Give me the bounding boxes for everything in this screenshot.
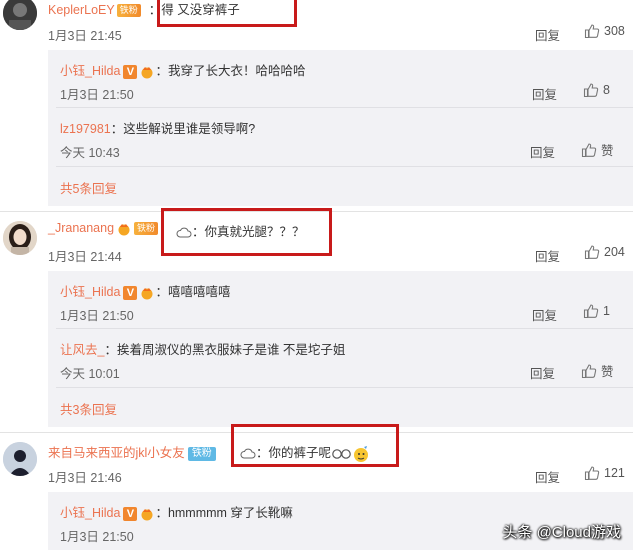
reply-button[interactable]: 回复	[532, 84, 557, 103]
reply-header: 让风去_：挨着周淑仪的黑衣服妹子是谁 不是坨子姐	[60, 339, 345, 358]
reply-date: 1月3日 21:50	[60, 88, 134, 102]
like-button[interactable]: 204	[584, 244, 625, 260]
reply-text: ：我穿了长大衣！哈哈哈哈	[155, 64, 306, 78]
member-crown-icon	[141, 287, 153, 300]
cloud-emoji-icon	[176, 227, 192, 238]
avatar-jrananang[interactable]	[3, 221, 37, 255]
reply-header: 小钰_Hilda V ：hmmmmm 穿了长靴嘛	[60, 502, 293, 521]
verified-v-icon: V	[123, 64, 138, 79]
reply-text: ：挨着周淑仪的黑衣服妹子是谁 不是坨子姐	[104, 343, 346, 357]
divider	[56, 166, 633, 167]
thumbs-up-icon	[584, 466, 600, 481]
thumbs-up-icon	[584, 24, 600, 39]
comment-text: ：你的裤子呢	[256, 446, 332, 460]
divider	[56, 328, 633, 329]
reply-text: ：嘻嘻嘻嘻嘻	[155, 285, 231, 299]
thinking-emoji-icon	[354, 445, 369, 462]
comment-date: 1月3日 21:46	[48, 471, 122, 485]
reply-username[interactable]: 让风去_	[60, 343, 104, 357]
iron-fan-badge: 铁粉	[187, 446, 216, 461]
verified-v-icon: V	[123, 506, 138, 521]
member-crown-icon	[141, 508, 153, 521]
like-count: 204	[604, 245, 625, 259]
reply-date: 1月3日 21:50	[60, 530, 134, 544]
member-crown-icon	[141, 66, 153, 79]
like-count: 121	[604, 466, 625, 480]
comment-text-row: ：你真就光腿？？？	[176, 221, 305, 240]
reply-username[interactable]: 小钰_Hilda	[60, 285, 120, 299]
reply-button[interactable]: 回复	[530, 363, 555, 382]
comment-username[interactable]: 来自马来西亚的jkl小女友	[48, 446, 185, 460]
reply-text: ：hmmmmm 穿了长靴嘛	[155, 506, 293, 520]
comment-text: ：你真就光腿？？？	[192, 225, 305, 239]
watermark-text: 头条 @Cloud游戏	[502, 524, 621, 541]
thumbs-up-icon	[581, 142, 597, 157]
reply-date: 今天 10:43	[60, 146, 120, 160]
thumbs-up-icon	[583, 304, 599, 319]
reply-button[interactable]: 回复	[530, 142, 555, 161]
like-count: 赞	[601, 144, 614, 158]
comment-date: 1月3日 21:44	[48, 250, 122, 264]
like-button[interactable]: 1	[583, 303, 610, 319]
reply-button[interactable]: 回复	[535, 467, 560, 486]
comment-text-row: ：你的裤子呢	[240, 442, 370, 463]
glasses-emoji-icon	[332, 448, 351, 459]
reply-date: 1月3日 21:50	[60, 309, 134, 323]
like-button[interactable]: 8	[583, 82, 610, 98]
divider	[56, 387, 633, 388]
reply-button[interactable]: 回复	[532, 305, 557, 324]
divider	[56, 107, 633, 108]
avatar-kepler[interactable]	[3, 0, 37, 30]
replies-panel: 小钰_Hilda V ：嘻嘻嘻嘻嘻 1月3日 21:50 回复 1 让风去_：挨着周…	[48, 271, 633, 427]
comment-date: 1月3日 21:45	[48, 29, 122, 43]
thumbs-up-icon	[581, 363, 597, 378]
reply-text: ：这些解说里谁是领导啊?	[110, 122, 256, 136]
reply-button[interactable]: 回复	[535, 25, 560, 44]
more-replies-link[interactable]: 共3条回复	[60, 399, 117, 418]
comment-username[interactable]: KeplerLoEY	[48, 3, 115, 17]
verified-v-icon: V	[123, 285, 138, 300]
replies-panel: 小钰_Hilda V ：我穿了长大衣！哈哈哈哈 1月3日 21:50 回复 8 lz…	[48, 50, 633, 206]
reply-header: lz197981：这些解说里谁是领导啊?	[60, 118, 255, 137]
avatar-jkl[interactable]	[3, 442, 37, 476]
like-count: 1	[603, 304, 610, 318]
like-button[interactable]: 赞	[581, 361, 614, 380]
comment-header: _Jrananang 铁粉	[48, 221, 159, 236]
member-crown-icon	[118, 223, 130, 236]
like-button[interactable]: 121	[584, 465, 625, 481]
reply-header: 小钰_Hilda V ：我穿了长大衣！哈哈哈哈	[60, 60, 305, 79]
more-replies-link[interactable]: 共5条回复	[60, 178, 117, 197]
cloud-emoji-icon	[240, 448, 256, 459]
comment-username[interactable]: _Jrananang	[48, 221, 114, 235]
thumbs-up-icon	[584, 245, 600, 260]
like-count: 8	[603, 83, 610, 97]
reply-date: 今天 10:01	[60, 367, 120, 381]
watermark: 头条 @Cloud游戏	[502, 521, 621, 542]
like-count: 赞	[601, 365, 614, 379]
iron-fan-badge: 铁粉	[134, 222, 159, 236]
reply-username[interactable]: 小钰_Hilda	[60, 64, 120, 78]
like-count: 308	[604, 24, 625, 38]
like-button[interactable]: 赞	[581, 140, 614, 159]
comment-header: 来自马来西亚的jkl小女友 铁粉	[48, 442, 216, 461]
reply-button[interactable]: 回复	[535, 246, 560, 265]
reply-username[interactable]: 小钰_Hilda	[60, 506, 120, 520]
highlight-box	[157, 0, 297, 27]
reply-username[interactable]: lz197981	[60, 122, 111, 136]
iron-fan-badge: 铁粉	[116, 4, 141, 18]
like-button[interactable]: 308	[584, 23, 625, 39]
reply-header: 小钰_Hilda V ：嘻嘻嘻嘻嘻	[60, 281, 230, 300]
thumbs-up-icon	[583, 83, 599, 98]
